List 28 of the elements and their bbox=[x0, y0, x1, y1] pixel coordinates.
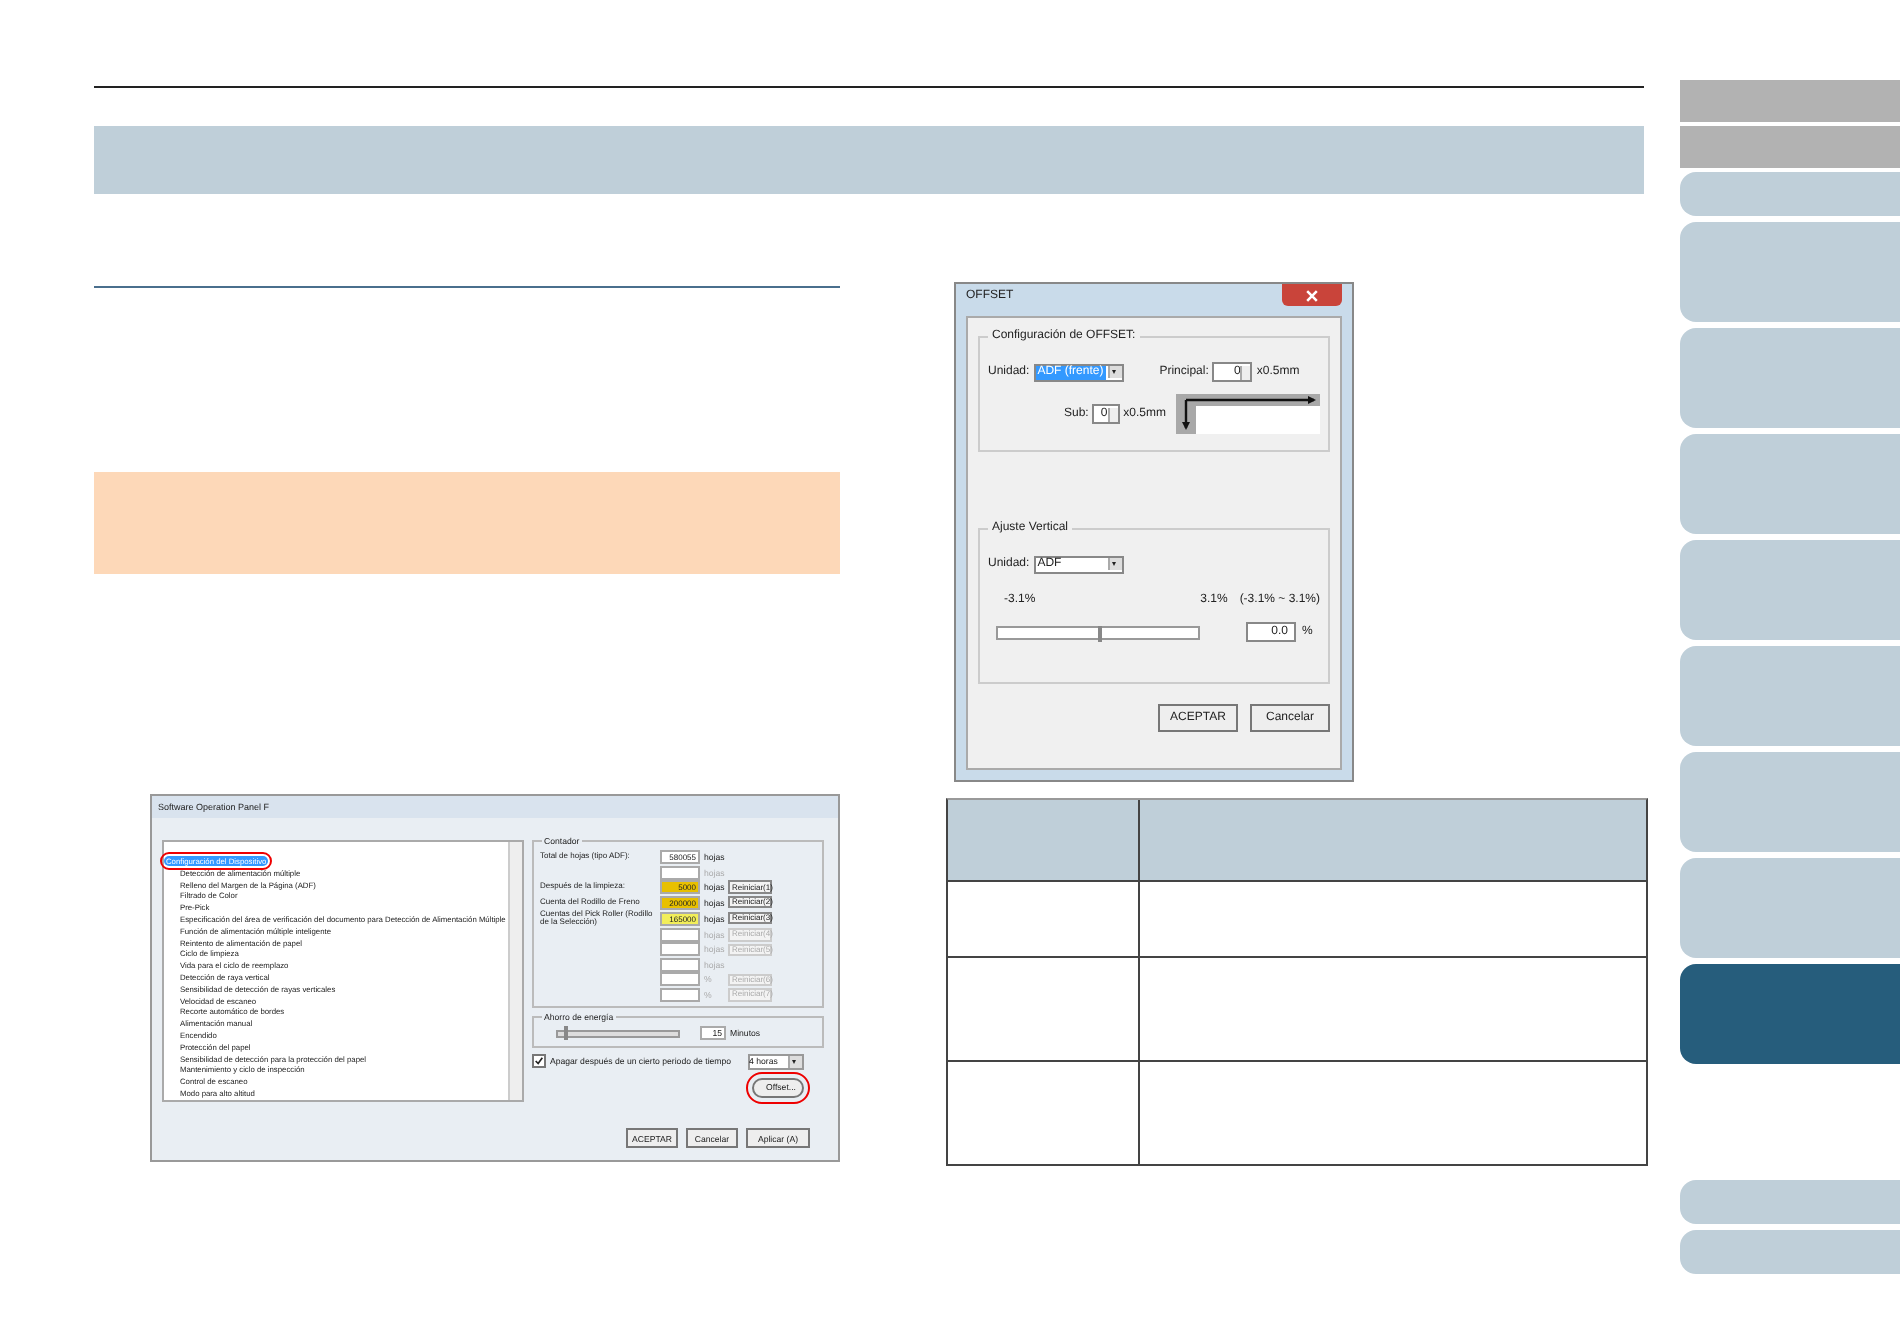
nav-tab[interactable] bbox=[1680, 964, 1900, 1064]
counter-field[interactable] bbox=[660, 987, 700, 1002]
nav-tab[interactable] bbox=[1680, 172, 1900, 216]
nav-tab[interactable] bbox=[1680, 434, 1900, 534]
spin-arrows-icon bbox=[1240, 365, 1251, 379]
nav-tab[interactable] bbox=[1680, 858, 1900, 958]
counter-field[interactable] bbox=[660, 927, 700, 942]
nav-tab[interactable] bbox=[1680, 328, 1900, 428]
checkbox[interactable] bbox=[532, 1054, 546, 1069]
nav-tab[interactable] bbox=[1680, 1180, 1900, 1224]
nav-tab[interactable] bbox=[1680, 222, 1900, 322]
nav-tab[interactable] bbox=[1680, 1230, 1900, 1274]
nav-tab[interactable] bbox=[1680, 80, 1900, 122]
close-button[interactable] bbox=[1282, 284, 1342, 306]
nav-tab[interactable] bbox=[1680, 646, 1900, 746]
spin-arrows-icon bbox=[1107, 407, 1118, 421]
nav-tab[interactable] bbox=[1680, 752, 1900, 852]
nav-tab[interactable] bbox=[1680, 540, 1900, 640]
counter-field[interactable] bbox=[660, 972, 700, 987]
slider[interactable] bbox=[996, 625, 1200, 639]
counter-field[interactable] bbox=[660, 865, 700, 879]
counter-field[interactable] bbox=[660, 942, 700, 957]
paper-offset-drawing bbox=[1176, 394, 1320, 434]
close-icon bbox=[1304, 287, 1320, 303]
scrollbar[interactable] bbox=[508, 842, 522, 1100]
counter-field[interactable] bbox=[660, 957, 700, 972]
slider[interactable] bbox=[556, 1029, 680, 1038]
nav-tab[interactable] bbox=[1680, 126, 1900, 168]
